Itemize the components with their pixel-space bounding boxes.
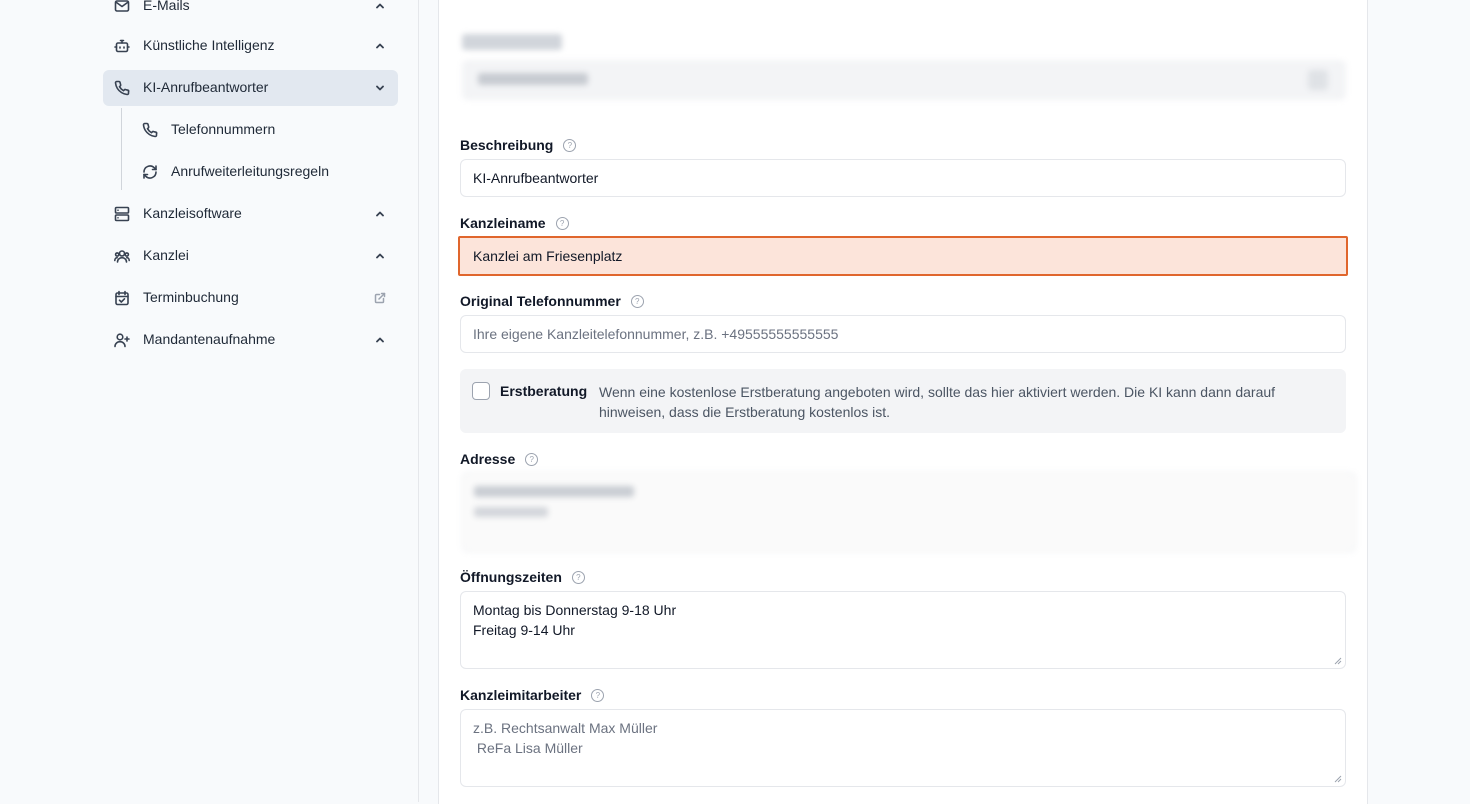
redacted-select[interactable] — [462, 60, 1346, 100]
sidebar-item-emails[interactable]: E-Mails — [103, 0, 398, 24]
erstberatung-box: Erstberatung Wenn eine kostenlose Erstbe… — [460, 369, 1346, 433]
user-plus-icon — [114, 333, 130, 348]
chevron-up-icon[interactable] — [374, 208, 386, 220]
phone-icon — [114, 80, 130, 96]
kanzleimitarbeiter-textarea[interactable]: z.B. Rechtsanwalt Max Müller ReFa Lisa M… — [460, 709, 1346, 787]
oeffnungszeiten-value: Montag bis Donnerstag 9-18 Uhr Freitag 9… — [473, 602, 677, 638]
help-icon[interactable]: ? — [555, 216, 569, 230]
beschreibung-label: Beschreibung? — [460, 137, 577, 153]
redacted-select-button — [1308, 70, 1328, 90]
redacted-label — [462, 34, 562, 50]
adresse-textarea[interactable] — [462, 472, 1356, 552]
server-icon — [114, 206, 130, 222]
sidebar-item-kuenstliche-intelligenz[interactable]: Künstliche Intelligenz — [103, 28, 398, 64]
kanzleiname-label: Kanzleiname? — [460, 215, 569, 231]
sidebar-item-terminbuchung[interactable]: Terminbuchung — [103, 280, 398, 316]
help-icon[interactable]: ? — [630, 294, 644, 308]
beschreibung-input[interactable]: KI-Anrufbeantworter — [460, 159, 1346, 197]
help-icon[interactable]: ? — [591, 688, 605, 702]
chevron-up-icon[interactable] — [374, 250, 386, 262]
kanzleiname-input[interactable]: Kanzlei am Friesenplatz — [458, 236, 1348, 276]
adresse-label: Adresse? — [460, 451, 539, 467]
sidebar-item-label: Mandantenaufnahme — [143, 331, 276, 347]
erstberatung-description: Wenn eine kostenlose Erstberatung angebo… — [599, 384, 1276, 420]
resize-handle-icon[interactable] — [1334, 657, 1342, 665]
resize-handle-icon[interactable] — [1334, 775, 1342, 783]
redacted-address-line — [474, 486, 634, 497]
help-icon[interactable]: ? — [571, 570, 585, 584]
kanzleimitarbeiter-placeholder: z.B. Rechtsanwalt Max Müller ReFa Lisa M… — [473, 720, 658, 756]
sidebar-item-ki-anrufbeantworter[interactable]: KI-Anrufbeantworter — [103, 70, 398, 106]
sidebar-item-mandantenaufnahme[interactable]: Mandantenaufnahme — [103, 322, 398, 358]
sidebar-item-kanzlei[interactable]: Kanzlei — [103, 238, 398, 274]
sidebar-item-label: Kanzlei — [143, 247, 189, 263]
chevron-up-icon[interactable] — [374, 40, 386, 52]
phone-icon — [142, 122, 158, 138]
bot-icon — [114, 39, 130, 53]
sidebar-item-label: Kanzleisoftware — [143, 205, 242, 221]
sidebar: E-Mails Künstliche Intelligenz KI-Anrufb… — [0, 0, 419, 802]
telefonnummer-label: Original Telefonnummer? — [460, 293, 644, 309]
sidebar-subitem-label: Telefonnummern — [171, 121, 276, 137]
sidebar-subitem-anrufweiterleitungsregeln[interactable]: Anrufweiterleitungsregeln — [131, 154, 398, 190]
help-icon[interactable]: ? — [525, 452, 539, 466]
chevron-up-icon[interactable] — [374, 0, 386, 12]
refresh-icon — [143, 165, 157, 179]
redacted-select-value — [478, 73, 588, 85]
telefonnummer-input[interactable]: Ihre eigene Kanzleitelefonnummer, z.B. +… — [460, 315, 1346, 353]
erstberatung-checkbox[interactable] — [472, 382, 490, 400]
sidebar-item-kanzleisoftware[interactable]: Kanzleisoftware — [103, 196, 398, 232]
oeffnungszeiten-label: Öffnungszeiten? — [460, 569, 585, 585]
chevron-up-icon[interactable] — [374, 334, 386, 346]
chevron-down-icon[interactable] — [374, 82, 386, 94]
sidebar-item-label: E-Mails — [143, 0, 190, 13]
sidebar-subitem-label: Anrufweiterleitungsregeln — [171, 163, 329, 179]
calendar-check-icon — [115, 290, 129, 306]
submenu-divider — [121, 108, 122, 190]
mail-icon — [114, 0, 130, 12]
redacted-address-line — [474, 507, 548, 517]
help-icon[interactable]: ? — [563, 138, 577, 152]
oeffnungszeiten-textarea[interactable]: Montag bis Donnerstag 9-18 Uhr Freitag 9… — [460, 591, 1346, 669]
external-link-icon[interactable] — [374, 292, 386, 304]
sidebar-subitem-telefonnummern[interactable]: Telefonnummern — [131, 112, 398, 148]
sidebar-item-label: Künstliche Intelligenz — [143, 37, 275, 53]
kanzleimitarbeiter-label: Kanzleimitarbeiter? — [460, 687, 605, 703]
sidebar-item-label: KI-Anrufbeantworter — [143, 79, 269, 95]
sidebar-item-label: Terminbuchung — [143, 289, 239, 305]
erstberatung-label: Erstberatung — [500, 383, 588, 399]
users-icon — [114, 250, 130, 263]
